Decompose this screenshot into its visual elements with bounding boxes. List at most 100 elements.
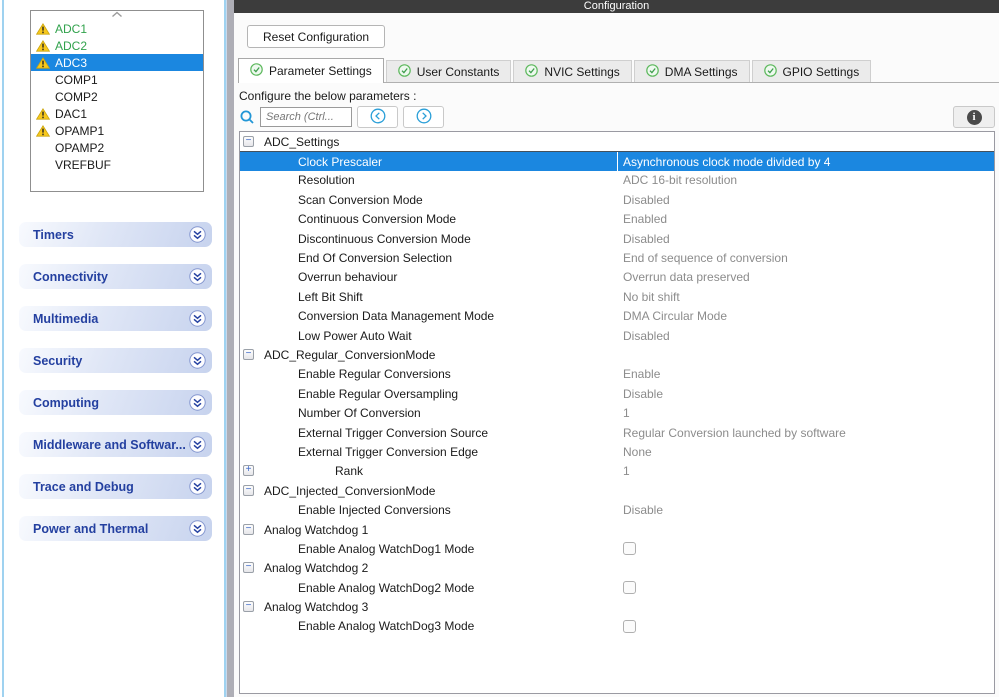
device-list-item-comp2[interactable]: COMP2 — [31, 88, 203, 105]
param-name-cell: Enable Regular Conversions — [240, 365, 618, 384]
param-checkbox[interactable] — [623, 581, 636, 595]
tree-group-row[interactable]: − Analog Watchdog 1 — [240, 520, 994, 539]
expand-icon[interactable]: + — [243, 465, 254, 477]
tab-dma-settings[interactable]: DMA Settings — [633, 60, 750, 82]
device-list-item-opamp1[interactable]: OPAMP1 — [31, 122, 203, 139]
device-list-item-adc2[interactable]: ADC2 — [31, 37, 203, 54]
device-list-item-dac1[interactable]: DAC1 — [31, 105, 203, 122]
tab-label: User Constants — [416, 64, 500, 79]
category-button-multimedia[interactable]: Multimedia — [19, 306, 212, 331]
param-value-cell[interactable]: Enable — [618, 365, 994, 384]
collapse-icon[interactable]: − — [243, 601, 254, 613]
collapse-icon[interactable]: − — [243, 562, 254, 574]
param-name-cell: End Of Conversion Selection — [240, 248, 618, 267]
collapse-icon[interactable]: − — [243, 348, 254, 360]
device-list-item-vrefbuf[interactable]: VREFBUF — [31, 156, 203, 173]
tree-group-row[interactable]: − ADC_Regular_ConversionMode — [240, 345, 994, 364]
tree-group-row[interactable]: − ADC_Settings — [240, 132, 994, 151]
param-value-cell[interactable]: No bit shift — [618, 287, 994, 306]
param-value-cell[interactable]: Disable — [618, 500, 994, 519]
tree-param-row[interactable]: Left Bit Shift No bit shift — [240, 287, 994, 306]
tree-param-row[interactable]: Enable Analog WatchDog1 Mode — [240, 539, 994, 558]
tree-group-row[interactable]: − Analog Watchdog 2 — [240, 559, 994, 578]
tree-param-row[interactable]: Conversion Data Management Mode DMA Circu… — [240, 307, 994, 326]
green-check-icon — [525, 63, 539, 80]
param-value-cell[interactable]: ADC 16-bit resolution — [618, 171, 994, 190]
tree-group-row[interactable]: − Analog Watchdog 3 — [240, 597, 994, 616]
configuration-screen: ADC1 ADC2 ADC3 COMP1 COMP2 DAC1 OPAMP1 OPAMP2 VR… — [0, 0, 999, 697]
tree-param-row[interactable]: Scan Conversion Mode Disabled — [240, 190, 994, 209]
device-list-item-adc1[interactable]: ADC1 — [31, 20, 203, 37]
collapse-icon[interactable]: − — [243, 484, 254, 496]
device-list-item-opamp2[interactable]: OPAMP2 — [31, 139, 203, 156]
param-name-cell: Overrun behaviour — [240, 268, 618, 287]
collapse-icon[interactable]: − — [243, 523, 254, 535]
param-value-cell[interactable]: 1 — [618, 403, 994, 422]
tree-param-row[interactable]: + Rank 1 — [240, 462, 994, 481]
param-value-cell[interactable]: Disabled — [618, 326, 994, 345]
param-value-cell[interactable]: End of sequence of conversion — [618, 248, 994, 267]
tree-group-row[interactable]: − ADC_Injected_ConversionMode — [240, 481, 994, 500]
param-value-cell[interactable]: None — [618, 442, 994, 461]
search-next-button[interactable] — [403, 106, 444, 128]
tree-param-row[interactable]: End Of Conversion Selection End of sequen… — [240, 248, 994, 267]
scroll-up-icon[interactable] — [31, 11, 203, 20]
tree-param-row[interactable]: Overrun behaviour Overrun data preserved — [240, 268, 994, 287]
green-check-icon — [250, 63, 263, 79]
category-button-connectivity[interactable]: Connectivity — [19, 264, 212, 289]
tree-param-row[interactable]: Discontinuous Conversion Mode Disabled — [240, 229, 994, 248]
param-value-cell[interactable]: Disabled — [618, 229, 994, 248]
tree-param-row[interactable]: Enable Analog WatchDog2 Mode — [240, 578, 994, 597]
tree-param-row[interactable]: External Trigger Conversion Edge None — [240, 442, 994, 461]
tree-param-row[interactable]: Number Of Conversion 1 — [240, 403, 994, 422]
param-value-cell[interactable]: Overrun data preserved — [618, 268, 994, 287]
search-icon — [239, 109, 255, 125]
param-value-cell[interactable]: Disabled — [618, 190, 994, 209]
param-checkbox[interactable] — [623, 619, 636, 633]
param-checkbox[interactable] — [623, 542, 636, 556]
category-button-timers[interactable]: Timers — [19, 222, 212, 247]
info-button[interactable]: i — [953, 106, 995, 128]
param-value-cell — [618, 345, 994, 364]
tree-param-row[interactable]: Clock Prescaler Asynchronous clock mode d… — [240, 151, 994, 171]
search-input[interactable] — [260, 107, 352, 127]
param-value-cell[interactable]: DMA Circular Mode — [618, 307, 994, 326]
tree-param-row[interactable]: External Trigger Conversion Source Regula… — [240, 423, 994, 442]
category-button-trace-and-debug[interactable]: Trace and Debug — [19, 474, 212, 499]
tree-param-row[interactable]: Enable Analog WatchDog3 Mode — [240, 617, 994, 636]
category-button-security[interactable]: Security — [19, 348, 212, 373]
tree-param-row[interactable]: Low Power Auto Wait Disabled — [240, 326, 994, 345]
param-value-cell[interactable]: Enabled — [618, 210, 994, 229]
device-list-item-comp1[interactable]: COMP1 — [31, 71, 203, 88]
param-value-cell[interactable] — [618, 578, 994, 597]
tree-param-row[interactable]: Enable Injected Conversions Disable — [240, 500, 994, 519]
category-button-middleware-and-softwar[interactable]: Middleware and Softwar... — [19, 432, 212, 457]
reset-configuration-button[interactable]: Reset Configuration — [247, 25, 386, 48]
param-name-label: Enable Regular Conversions — [298, 367, 451, 382]
collapse-icon[interactable]: − — [243, 135, 254, 147]
param-value-cell[interactable] — [618, 617, 994, 636]
device-label: VREFBUF — [55, 157, 112, 172]
param-value-cell[interactable]: Asynchronous clock mode divided by 4 — [618, 152, 994, 170]
tab-parameter-settings[interactable]: Parameter Settings — [238, 58, 384, 83]
tree-param-row[interactable]: Resolution ADC 16-bit resolution — [240, 171, 994, 190]
double-chevron-down-icon — [189, 310, 206, 327]
search-prev-button[interactable] — [357, 106, 398, 128]
device-list-item-adc3[interactable]: ADC3 — [31, 54, 203, 71]
tree-param-row[interactable]: Enable Regular Oversampling Disable — [240, 384, 994, 403]
tree-param-row[interactable]: Enable Regular Conversions Enable — [240, 365, 994, 384]
category-button-computing[interactable]: Computing — [19, 390, 212, 415]
warning-icon-slot — [36, 141, 55, 154]
tab-label: NVIC Settings — [544, 64, 620, 79]
category-button-power-and-thermal[interactable]: Power and Thermal — [19, 516, 212, 541]
green-check-icon — [763, 63, 777, 80]
param-value-cell[interactable]: Disable — [618, 384, 994, 403]
tab-nvic-settings[interactable]: NVIC Settings — [513, 60, 632, 82]
param-value-cell[interactable]: Regular Conversion launched by software — [618, 423, 994, 442]
tree-param-row[interactable]: Continuous Conversion Mode Enabled — [240, 210, 994, 229]
tab-user-constants[interactable]: User Constants — [385, 60, 512, 82]
param-value-cell[interactable] — [618, 539, 994, 558]
tab-gpio-settings[interactable]: GPIO Settings — [751, 60, 872, 82]
param-value-cell[interactable]: 1 — [618, 462, 994, 481]
panel-splitter[interactable] — [226, 0, 234, 697]
